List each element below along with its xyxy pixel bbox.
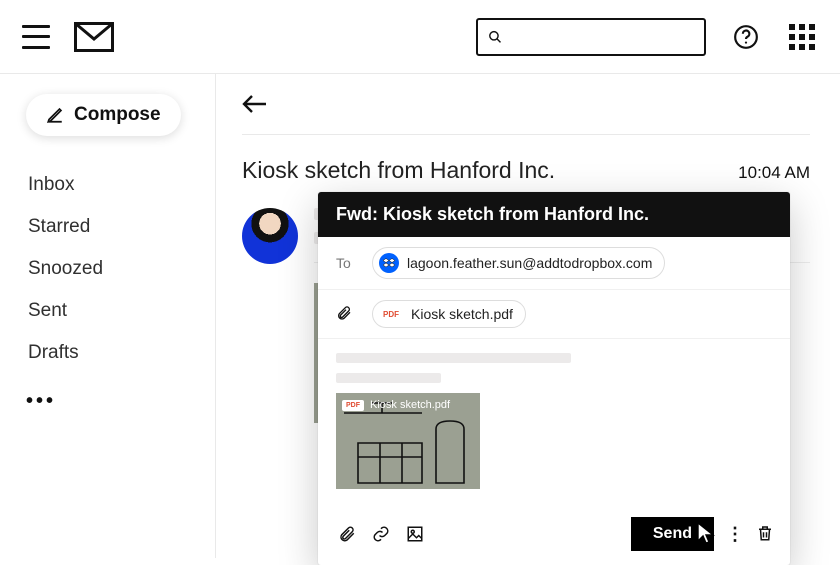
pencil-icon (46, 106, 64, 124)
discard-icon[interactable] (756, 524, 776, 544)
arrow-left-icon (242, 94, 268, 114)
back-button[interactable] (242, 94, 268, 120)
dropbox-icon (379, 253, 399, 273)
menu-icon[interactable] (22, 25, 50, 49)
insert-image-icon[interactable] (404, 523, 426, 545)
sidebar-more[interactable]: ••• (26, 374, 201, 413)
compose-label: Compose (74, 104, 161, 126)
attach-file-icon[interactable] (336, 523, 358, 545)
composer-subject[interactable]: Fwd: Kiosk sketch from Hanford Inc. (318, 192, 790, 237)
attachment-chip-name: Kiosk sketch.pdf (411, 306, 513, 322)
apps-icon[interactable] (786, 21, 818, 53)
sidebar-item-drafts[interactable]: Drafts (26, 332, 201, 374)
attachment-thumbnail[interactable]: PDF Kiosk sketch.pdf (336, 393, 480, 489)
avatar (242, 208, 298, 264)
recipient-address: lagoon.feather.sun@addtodropbox.com (407, 255, 652, 271)
pdf-badge: PDF (342, 400, 364, 411)
paperclip-icon (336, 305, 358, 324)
sidebar-item-label: Snoozed (28, 258, 103, 279)
sidebar-item-starred[interactable]: Starred (26, 206, 201, 248)
compose-button[interactable]: Compose (26, 94, 181, 136)
sidebar-item-label: Drafts (28, 342, 79, 363)
main-pane: Kiosk sketch from Hanford Inc. 10:04 AM (216, 74, 840, 558)
sidebar: Compose Inbox Starred Snoozed Sent Draft… (0, 74, 216, 558)
sidebar-item-label: Sent (28, 300, 67, 321)
composer-body[interactable]: PDF Kiosk sketch.pdf (318, 339, 790, 507)
sidebar-item-sent[interactable]: Sent (26, 290, 201, 332)
topbar (0, 0, 840, 74)
sidebar-item-inbox[interactable]: Inbox (26, 164, 201, 206)
composer-toolbar: Send ⋮ (318, 507, 790, 565)
thread-time: 10:04 AM (738, 163, 810, 183)
composer-window: Fwd: Kiosk sketch from Hanford Inc. To l… (318, 192, 790, 565)
help-icon[interactable] (730, 21, 762, 53)
insert-link-icon[interactable] (370, 523, 392, 545)
cursor-icon (696, 521, 716, 545)
redacted-line (336, 353, 571, 363)
thread-title: Kiosk sketch from Hanford Inc. (242, 157, 555, 184)
sidebar-item-snoozed[interactable]: Snoozed (26, 248, 201, 290)
search-icon (488, 29, 502, 45)
composer-to-row[interactable]: To lagoon.feather.sun@addtodropbox.com (318, 237, 790, 290)
search-input[interactable] (510, 28, 694, 45)
pdf-badge: PDF (379, 308, 403, 321)
composer-attachment-row[interactable]: PDF Kiosk sketch.pdf (318, 290, 790, 339)
more-options-icon[interactable]: ⋮ (726, 524, 744, 545)
sidebar-item-label: Starred (28, 216, 90, 237)
send-label: Send (653, 525, 692, 542)
recipient-chip[interactable]: lagoon.feather.sun@addtodropbox.com (372, 247, 665, 279)
sidebar-item-label: Inbox (28, 174, 74, 195)
sidebar-more-label: ••• (26, 390, 56, 412)
send-button[interactable]: Send (631, 517, 714, 551)
redacted-line (336, 373, 441, 383)
search-box[interactable] (476, 18, 706, 56)
thumb-name: Kiosk sketch.pdf (370, 399, 450, 411)
attachment-chip[interactable]: PDF Kiosk sketch.pdf (372, 300, 526, 328)
to-label: To (336, 255, 358, 271)
mail-logo (74, 22, 114, 52)
